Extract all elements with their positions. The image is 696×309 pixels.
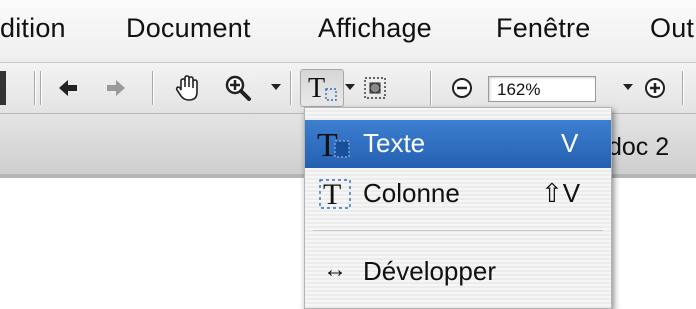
column-text-icon: T [317,176,355,217]
menu-item-developper[interactable]: ↔ Développer [305,248,611,296]
back-arrow-icon[interactable] [54,63,82,113]
forward-arrow-icon[interactable] [102,63,130,113]
menu-item-label: Développer [363,256,496,286]
text-tool-dropdown-arrow[interactable] [345,84,355,90]
menu-item-label: Texte [363,128,426,158]
hand-tool-icon[interactable] [168,63,208,113]
menu-document[interactable]: Document [126,13,251,44]
menu-item-label: Colonne [363,178,460,208]
menu-item-shortcut: V [561,128,579,158]
text-tool-icon: T [317,126,355,167]
zoom-plus-icon[interactable] [641,63,669,113]
zoom-out-icon[interactable] [448,63,476,113]
menu-fenetre[interactable]: Fenêtre [496,13,590,44]
zoom-in-tool-icon[interactable] [220,63,256,113]
toolbar-separator [152,71,153,105]
menu-item-texte[interactable]: T Texte V [305,120,611,168]
toolbar-separator [430,71,431,105]
svg-text:T: T [308,73,325,104]
image-tool-icon[interactable] [360,63,390,113]
svg-text:T: T [323,178,341,211]
toolbar-separator [40,71,41,105]
menu-affichage[interactable]: Affichage [318,13,432,44]
menu-item-colonne[interactable]: T Colonne ⇧V [305,170,611,218]
menu-outils[interactable]: Out [650,13,694,44]
menu-edition[interactable]: dition [0,13,66,44]
text-tool-menu: T Texte V T Colonne ⇧V ↔ Développer [304,107,612,309]
toolbar-separator [34,71,35,105]
zoom-level-dropdown-arrow[interactable] [623,84,633,90]
zoom-tool-dropdown-arrow[interactable] [271,84,281,90]
text-tool-icon[interactable]: T [300,69,344,107]
zoom-level-field[interactable]: 162% [488,76,596,102]
tab-doc-2[interactable]: doc 2 [608,133,669,162]
svg-text:T: T [317,127,338,162]
toolbar-separator [682,71,683,105]
menu-item-shortcut: ⇧V [541,178,581,208]
expand-arrows-icon: ↔ [323,256,347,283]
toolbar-edge-marker [0,71,6,105]
menu-bar: dition Document Affichage Fenêtre Out [0,0,696,63]
menu-separator [313,230,603,231]
toolbar-separator [290,71,291,105]
